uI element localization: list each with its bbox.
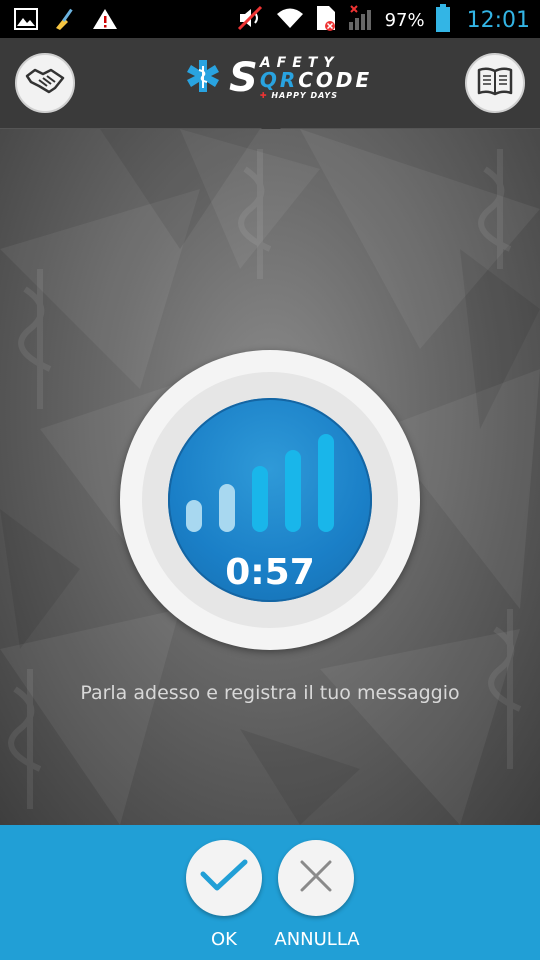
- logo-line2: QRCODE: [259, 68, 373, 92]
- warning-icon: [92, 7, 118, 35]
- wifi-icon: [275, 6, 305, 34]
- battery-icon: [435, 4, 451, 36]
- cleaner-icon: [52, 6, 78, 36]
- gallery-icon: [14, 8, 38, 34]
- signal-icon: [347, 4, 375, 36]
- app-logo: S AFETY QRCODE ✚ HAPPY DAYS: [185, 56, 372, 100]
- sim-icon: [315, 4, 337, 36]
- logo-s: S: [229, 55, 258, 101]
- app-header: S AFETY QRCODE ✚ HAPPY DAYS: [0, 38, 540, 138]
- clock: 12:01: [466, 7, 530, 33]
- mute-icon: [237, 5, 265, 35]
- action-bar: OK ANNULLA: [0, 825, 540, 960]
- handshake-icon: [25, 66, 65, 100]
- logo-subtitle: ✚ HAPPY DAYS: [259, 91, 338, 100]
- ok-button[interactable]: [186, 840, 262, 916]
- battery-percent: 97%: [384, 9, 425, 31]
- medical-star-icon: [185, 58, 221, 98]
- ok-label[interactable]: OK: [186, 929, 262, 950]
- partners-button[interactable]: [15, 53, 75, 113]
- cancel-label[interactable]: ANNULLA: [262, 929, 372, 950]
- cancel-button[interactable]: [278, 840, 354, 916]
- recording-timer: 0:57: [225, 552, 315, 593]
- recording-hint: Parla adesso e registra il tuo messaggio: [80, 682, 460, 704]
- guide-button[interactable]: [465, 53, 525, 113]
- book-icon: [476, 66, 514, 100]
- status-bar: 97% 12:01: [0, 0, 540, 38]
- checkmark-icon: [199, 858, 249, 898]
- close-icon: [298, 858, 334, 898]
